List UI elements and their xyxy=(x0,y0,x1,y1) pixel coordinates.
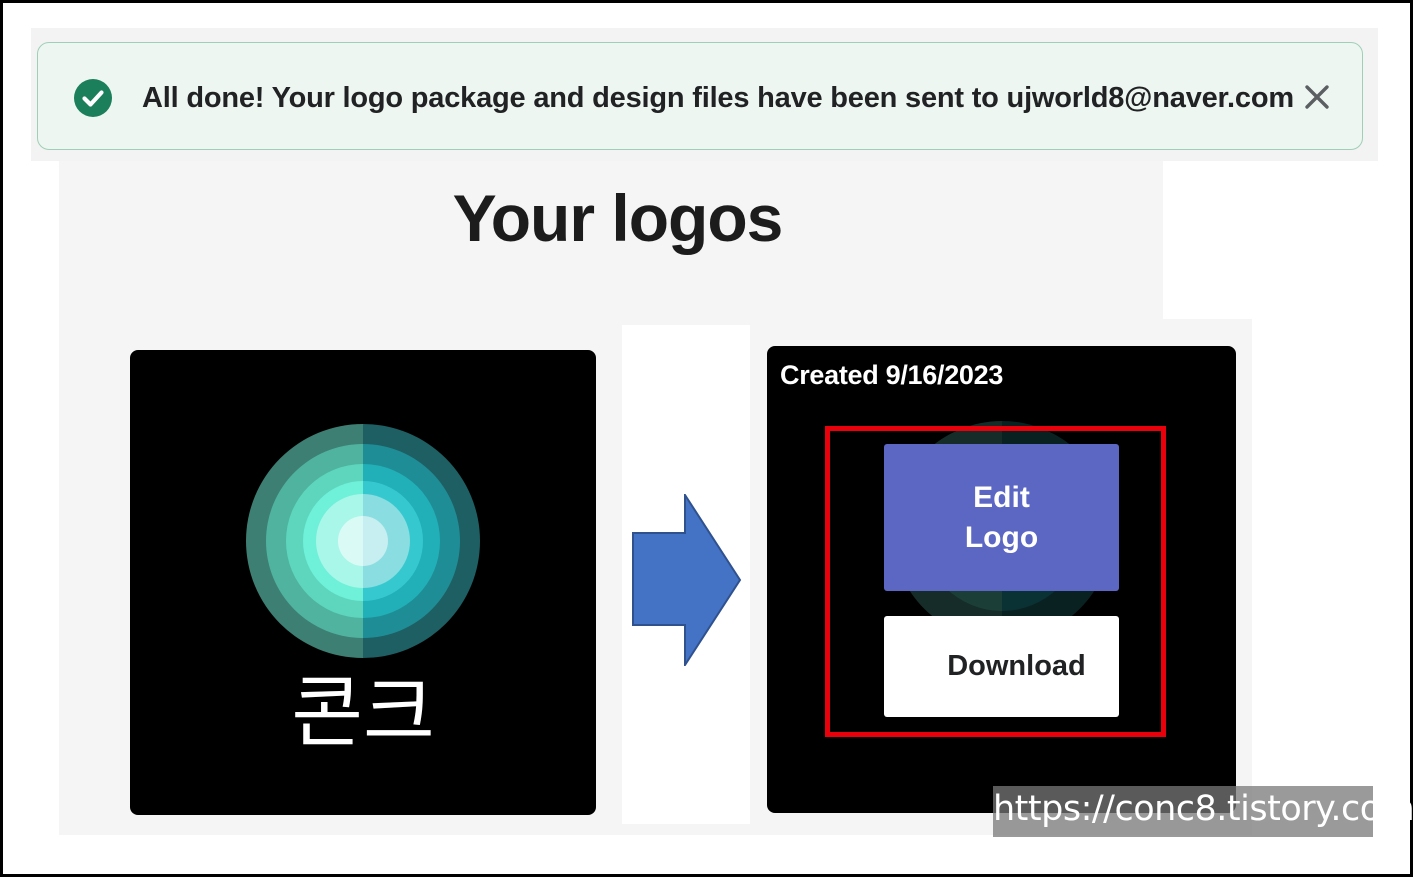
logo-card[interactable]: 콘크 xyxy=(130,350,596,815)
banner-message: All done! Your logo package and design f… xyxy=(142,82,1294,114)
logo-brand-text: 콘크 xyxy=(291,668,435,758)
watermark: https://conc8.tistory.com xyxy=(993,786,1413,837)
concentric-circles-logo xyxy=(246,424,480,658)
success-banner: All done! Your logo package and design f… xyxy=(37,42,1363,150)
check-circle-icon xyxy=(74,79,112,117)
page-title: Your logos xyxy=(452,181,784,255)
close-icon[interactable] xyxy=(1303,83,1331,111)
right-arrow-icon xyxy=(632,494,742,666)
created-date: Created 9/16/2023 xyxy=(780,360,1004,390)
highlight-box xyxy=(825,426,1166,737)
